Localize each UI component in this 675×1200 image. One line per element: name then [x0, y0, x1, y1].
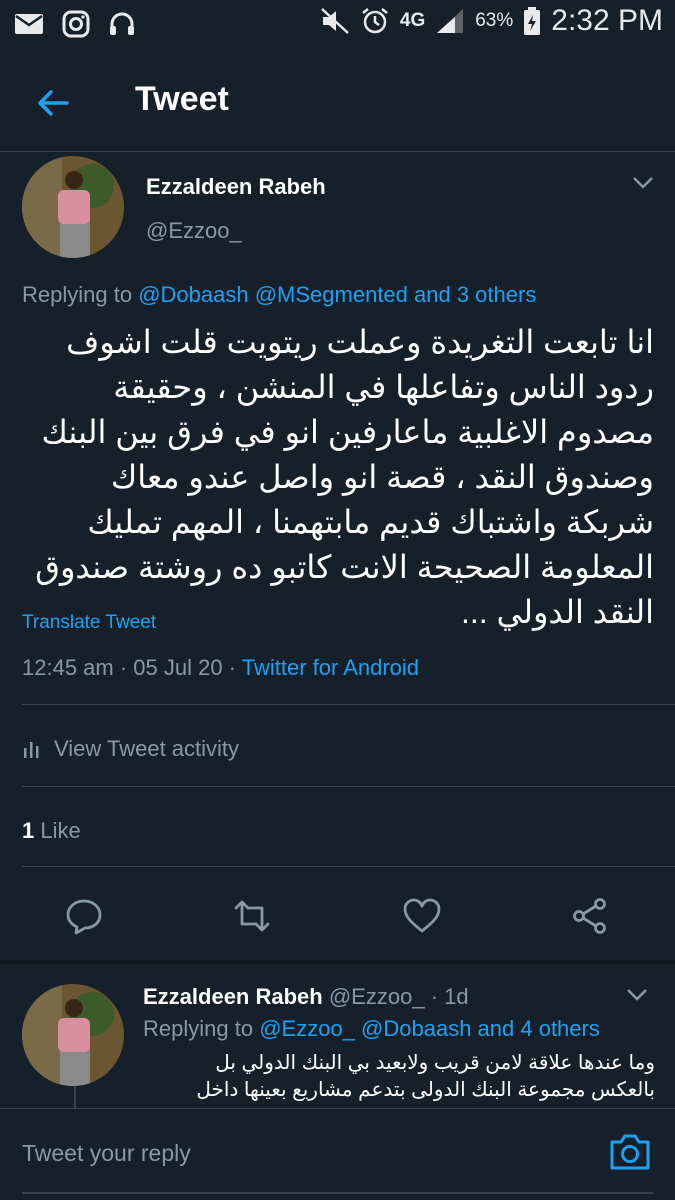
- status-bar-system: 4G 63% 2:32 PM: [320, 4, 663, 38]
- likes-label: Like: [40, 818, 81, 843]
- status-bar-notifications: [14, 10, 136, 38]
- camera-icon: [610, 1134, 650, 1170]
- reply-replying-to: Replying to @Ezzoo_ @Dobaash and 4 other…: [143, 1016, 600, 1042]
- tweet-menu-button[interactable]: [630, 172, 656, 197]
- reply-button[interactable]: [64, 896, 104, 941]
- like-button[interactable]: [402, 896, 442, 941]
- avatar[interactable]: [22, 156, 124, 258]
- replying-to: Replying to @Dobaash @MSegmented and 3 o…: [22, 282, 536, 308]
- tweet-text: انا تابعت التغريدة وعملت ريتويت قلت اشوف…: [35, 324, 654, 630]
- battery-percent: 63%: [475, 10, 514, 31]
- reply-replying-to-mentions[interactable]: @Ezzoo_ @Dobaash and 4 others: [259, 1016, 600, 1041]
- reply-avatar[interactable]: [22, 984, 124, 1086]
- reply-text-line-2: بالعكس مجموعة البنك الدولى بتدعم مشاريع …: [196, 1079, 655, 1101]
- replying-to-prefix: Replying to: [22, 282, 133, 307]
- view-tweet-activity[interactable]: View Tweet activity: [22, 736, 239, 762]
- status-bar: 4G 63% 2:32 PM: [0, 0, 675, 48]
- camera-button[interactable]: [608, 1132, 652, 1177]
- replying-to-mentions[interactable]: @Dobaash @MSegmented and 3 others: [138, 282, 536, 307]
- network-type: 4G: [399, 10, 426, 31]
- instagram-icon: [62, 10, 90, 38]
- reply-age: · 1d: [430, 984, 469, 1009]
- reply-author-name[interactable]: Ezzaldeen Rabeh: [143, 984, 323, 1009]
- share-icon: [573, 898, 606, 934]
- activity-divider: [22, 786, 675, 787]
- header-divider: [0, 151, 675, 152]
- page-title: Tweet: [135, 80, 229, 118]
- section-separator: [0, 960, 675, 964]
- view-tweet-activity-label: View Tweet activity: [54, 736, 240, 761]
- likes-number: 1: [22, 818, 35, 843]
- likes-count[interactable]: 1 Like: [22, 818, 81, 844]
- reply-replying-to-prefix: Replying to: [143, 1016, 254, 1041]
- app-header: Tweet: [0, 60, 675, 150]
- heart-icon: [403, 898, 441, 933]
- tweet-meta: 12:45 am · 05 Jul 20 · Twitter for Andro…: [22, 655, 419, 681]
- analytics-icon: [24, 742, 39, 758]
- share-button[interactable]: [570, 896, 610, 941]
- mute-icon: [321, 8, 349, 34]
- back-arrow-icon: [38, 90, 69, 116]
- alarm-icon: [362, 8, 388, 34]
- compose-input[interactable]: Tweet your reply: [22, 1140, 191, 1167]
- reply-menu-button[interactable]: [624, 984, 650, 1009]
- compose-bar: Tweet your reply: [0, 1108, 675, 1200]
- profile-photo: [22, 156, 124, 258]
- meta-divider: [22, 704, 675, 705]
- reply-icon: [66, 899, 102, 935]
- retweet-button[interactable]: [232, 896, 272, 941]
- tweet-source[interactable]: Twitter for Android: [242, 655, 419, 680]
- tweet-timestamp: 12:45 am · 05 Jul 20 ·: [22, 655, 242, 680]
- back-button[interactable]: [28, 78, 78, 128]
- mail-icon: [15, 14, 43, 34]
- translate-tweet-link[interactable]: Translate Tweet: [22, 612, 156, 634]
- headset-icon: [110, 12, 134, 35]
- likes-divider: [22, 866, 675, 867]
- compose-underline: [22, 1192, 653, 1194]
- chevron-down-icon: [627, 989, 647, 1001]
- reply-profile-photo: [22, 984, 124, 1086]
- signal-icon: [437, 9, 464, 33]
- reply-text-line-1: وما عندها علاقة لامن قريب ولابعيد بي الب…: [215, 1052, 655, 1074]
- author-handle[interactable]: @Ezzoo_: [146, 218, 242, 244]
- author-name[interactable]: Ezzaldeen Rabeh: [146, 174, 326, 200]
- compose-divider: [0, 1108, 675, 1109]
- clock: 2:32 PM: [551, 4, 663, 37]
- chevron-down-icon: [633, 177, 653, 189]
- reply-author-handle[interactable]: @Ezzoo_: [329, 984, 425, 1009]
- reply-header: Ezzaldeen Rabeh @Ezzoo_ · 1d: [143, 984, 469, 1010]
- battery-icon: [524, 7, 541, 35]
- retweet-icon: [234, 900, 270, 932]
